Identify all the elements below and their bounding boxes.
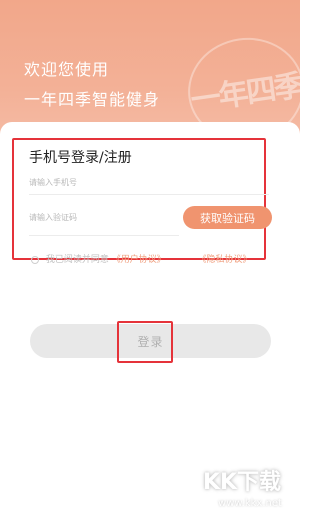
get-code-button[interactable]: 获取验证码 [183, 206, 272, 229]
divider [29, 235, 179, 236]
phone-input[interactable] [29, 173, 229, 191]
slogan-text: 一年四季智能健身 [24, 90, 161, 109]
divider [29, 194, 269, 195]
privacy-policy-link[interactable]: 《隐私协议》 [198, 255, 252, 265]
form-title: 手机号登录/注册 [29, 150, 132, 166]
watermark-logo: KK下载 [202, 470, 282, 495]
verification-code-input[interactable] [29, 208, 179, 226]
agreement-row: 我已阅读并同意 《用户协议》 《隐私协议》 [31, 252, 271, 266]
highlight-login-box [117, 321, 173, 363]
agree-text: 我已阅读并同意 [45, 255, 109, 265]
welcome-text: 欢迎您使用 [24, 60, 110, 79]
agree-radio[interactable] [31, 255, 39, 264]
watermark-url: www.kkx.net [218, 498, 282, 509]
user-agreement-link[interactable]: 《用户协议》 [112, 255, 166, 265]
